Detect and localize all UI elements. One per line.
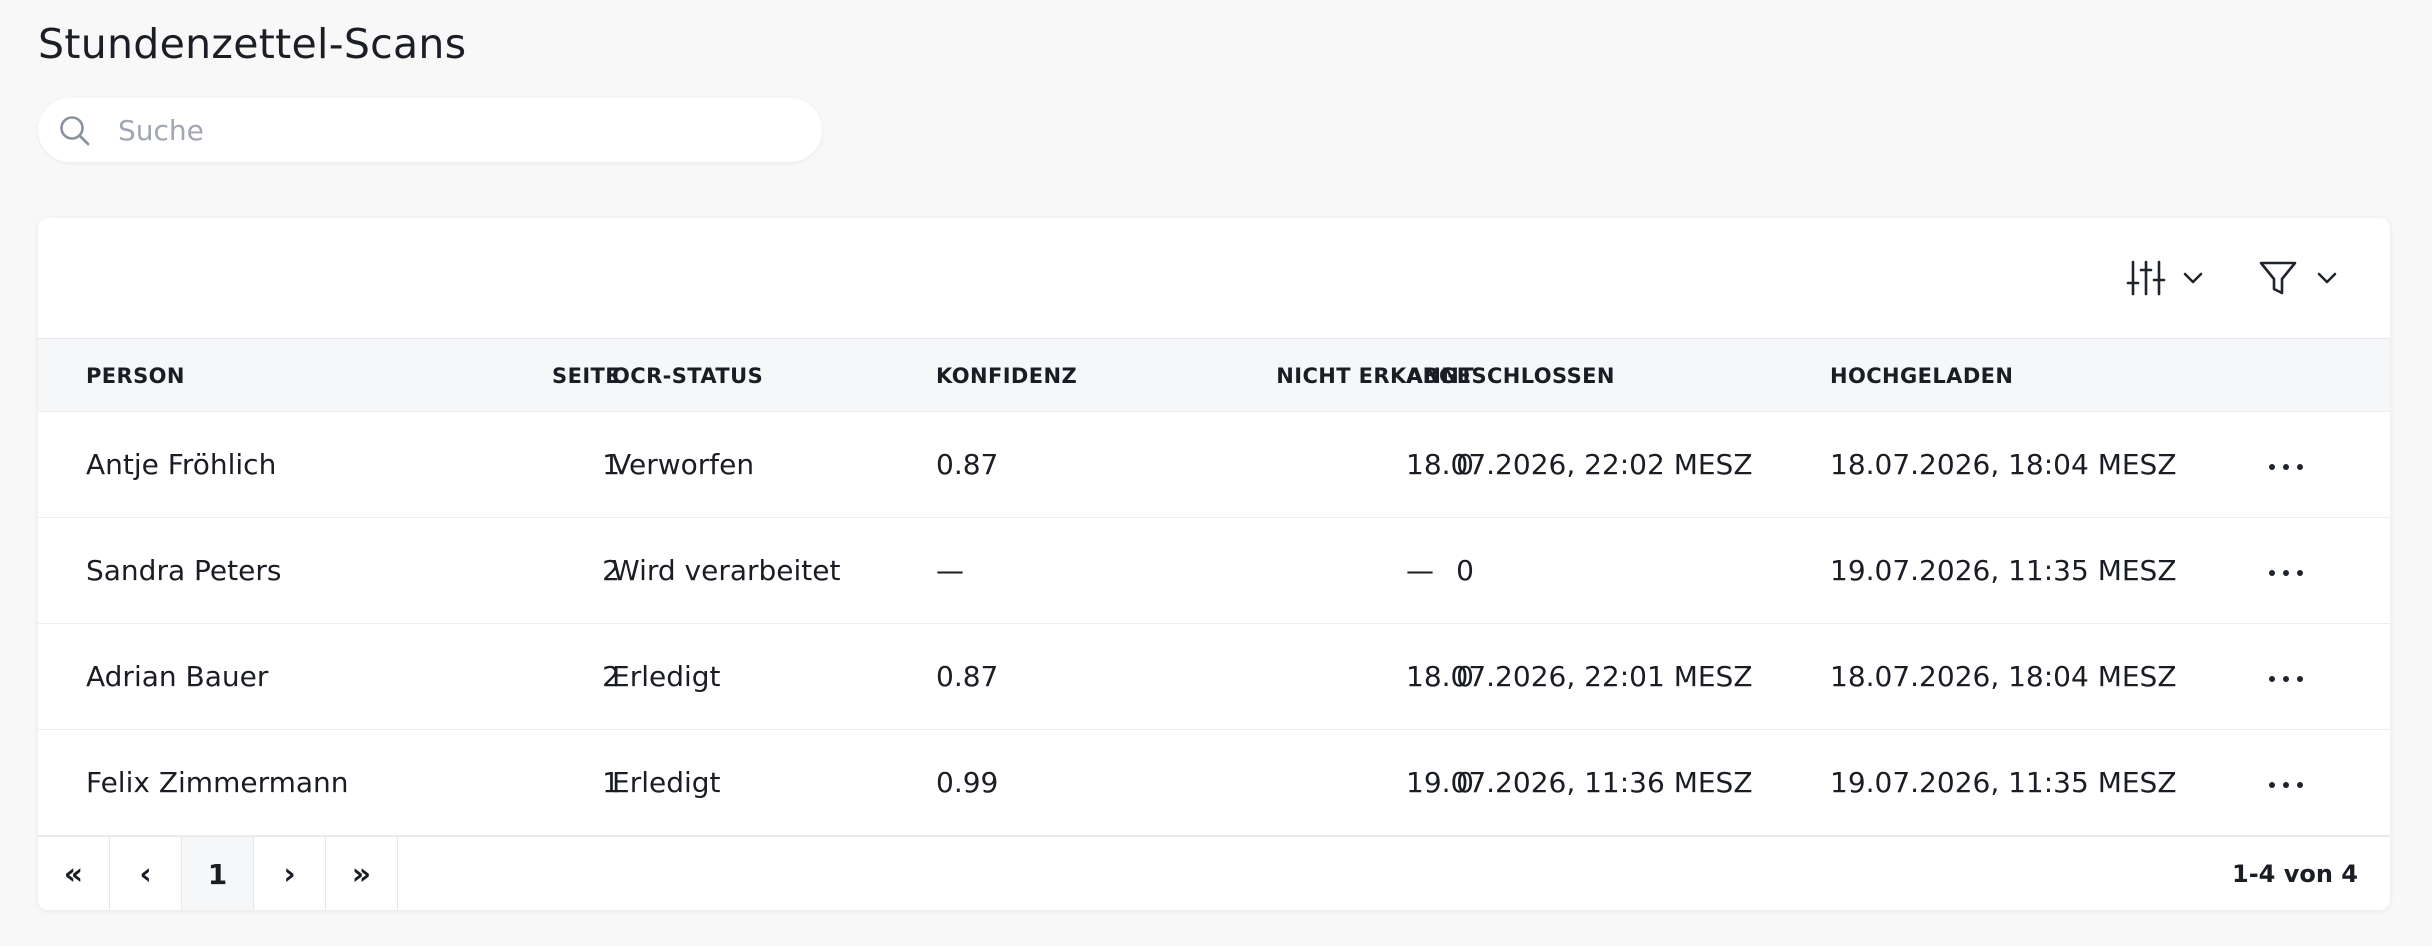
row-actions-button[interactable] bbox=[2264, 449, 2308, 481]
cell-abgeschlossen: 19.07.2026, 11:36 MESZ bbox=[1406, 766, 1753, 799]
more-horizontal-icon bbox=[2268, 562, 2304, 581]
row-actions-button[interactable] bbox=[2264, 661, 2308, 693]
cell-seite: 1 bbox=[602, 448, 620, 481]
column-settings-button[interactable] bbox=[2124, 250, 2204, 306]
column-header-person[interactable]: PERSON bbox=[86, 339, 185, 413]
table-row[interactable]: Sandra Peters 2 Wird verarbeitet — 0 — 1… bbox=[38, 518, 2390, 624]
column-header-seite[interactable]: SEITE bbox=[478, 339, 620, 413]
column-header-konfidenz[interactable]: KONFIDENZ bbox=[936, 339, 1077, 413]
cell-seite: 2 bbox=[602, 554, 620, 587]
cell-ocr-status: Erledigt bbox=[612, 660, 721, 693]
cell-hochgeladen: 19.07.2026, 11:35 MESZ bbox=[1830, 554, 2177, 587]
cell-person: Antje Fröhlich bbox=[86, 448, 277, 481]
cell-ocr-status: Wird verarbeitet bbox=[612, 554, 841, 587]
cell-abgeschlossen: — bbox=[1406, 554, 1434, 587]
column-header-hochgeladen[interactable]: HOCHGELADEN bbox=[1830, 339, 2013, 413]
cell-seite: 2 bbox=[602, 660, 620, 693]
next-page-button[interactable]: › bbox=[254, 837, 326, 910]
cell-person: Sandra Peters bbox=[86, 554, 282, 587]
cell-person: Adrian Bauer bbox=[86, 660, 269, 693]
cell-konfidenz: 0.87 bbox=[936, 448, 999, 481]
last-page-button[interactable]: » bbox=[326, 837, 398, 910]
table-row[interactable]: Felix Zimmermann 1 Erledigt 0.99 0 19.07… bbox=[38, 730, 2390, 836]
chevron-down-icon bbox=[2182, 271, 2204, 285]
cell-seite: 1 bbox=[602, 766, 620, 799]
table-row[interactable]: Antje Fröhlich 1 Verworfen 0.87 0 18.07.… bbox=[38, 412, 2390, 518]
more-horizontal-icon bbox=[2268, 668, 2304, 687]
cell-konfidenz: 0.99 bbox=[936, 766, 999, 799]
more-horizontal-icon bbox=[2268, 456, 2304, 475]
more-horizontal-icon bbox=[2268, 774, 2304, 793]
page-title: Stundenzettel-Scans bbox=[38, 20, 467, 68]
cell-hochgeladen: 18.07.2026, 18:04 MESZ bbox=[1830, 660, 2177, 693]
row-actions-button[interactable] bbox=[2264, 767, 2308, 799]
table-toolbar bbox=[38, 218, 2390, 338]
previous-page-button[interactable]: ‹ bbox=[110, 837, 182, 910]
table-row[interactable]: Adrian Bauer 2 Erledigt 0.87 0 18.07.202… bbox=[38, 624, 2390, 730]
sliders-icon bbox=[2124, 256, 2168, 300]
table-header: PERSON SEITE OCR-STATUS KONFIDENZ NICHT … bbox=[38, 338, 2390, 412]
cell-abgeschlossen: 18.07.2026, 22:01 MESZ bbox=[1406, 660, 1753, 693]
page: Stundenzettel-Scans Suche PERSON SEITE O… bbox=[0, 0, 2432, 946]
cell-hochgeladen: 18.07.2026, 18:04 MESZ bbox=[1830, 448, 2177, 481]
cell-konfidenz: — bbox=[936, 554, 964, 587]
cell-abgeschlossen: 18.07.2026, 22:02 MESZ bbox=[1406, 448, 1753, 481]
table-body: Antje Fröhlich 1 Verworfen 0.87 0 18.07.… bbox=[38, 412, 2390, 836]
cell-ocr-status: Verworfen bbox=[612, 448, 755, 481]
cell-ocr-status: Erledigt bbox=[612, 766, 721, 799]
search-icon bbox=[56, 112, 94, 150]
filter-button[interactable] bbox=[2256, 250, 2338, 306]
search-input[interactable] bbox=[118, 98, 798, 162]
current-page-button[interactable]: 1 bbox=[182, 837, 254, 910]
scans-table-card: PERSON SEITE OCR-STATUS KONFIDENZ NICHT … bbox=[38, 218, 2390, 910]
chevron-down-icon bbox=[2316, 271, 2338, 285]
first-page-button[interactable]: « bbox=[38, 837, 110, 910]
cell-hochgeladen: 19.07.2026, 11:35 MESZ bbox=[1830, 766, 2177, 799]
cell-person: Felix Zimmermann bbox=[86, 766, 349, 799]
row-actions-button[interactable] bbox=[2264, 555, 2308, 587]
column-header-abgeschlossen[interactable]: ABGESCHLOSSEN bbox=[1406, 339, 1615, 413]
column-header-ocr-status[interactable]: OCR-STATUS bbox=[612, 339, 763, 413]
filter-icon bbox=[2256, 256, 2300, 300]
cell-konfidenz: 0.87 bbox=[936, 660, 999, 693]
search-bar[interactable] bbox=[38, 98, 822, 162]
pagination-info: 1-4 von 4 bbox=[2232, 860, 2358, 888]
pagination: « ‹ 1 › » 1-4 von 4 bbox=[38, 836, 2390, 910]
